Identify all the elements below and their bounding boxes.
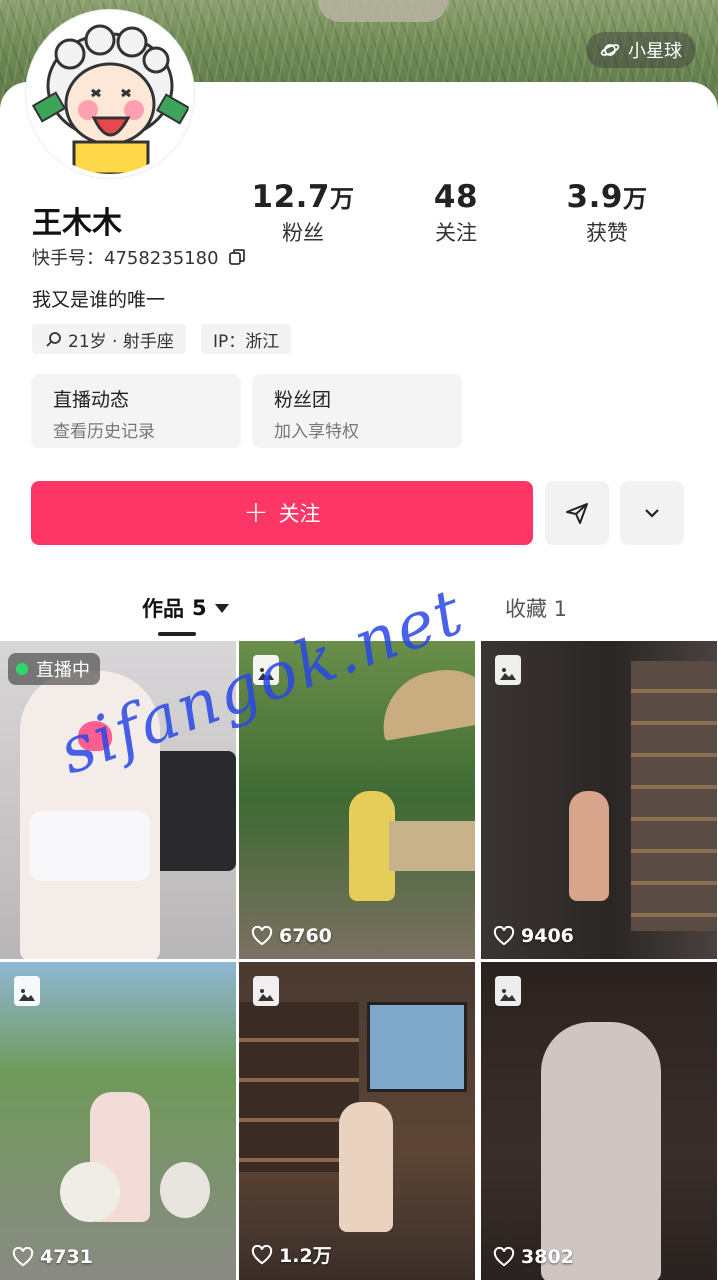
cover-rock [318, 0, 448, 22]
grid-tile-4[interactable]: 1.2万 [239, 962, 475, 1280]
planet-label: 小星球 [628, 41, 682, 62]
heart-icon [493, 1247, 515, 1267]
chevron-down-icon [645, 509, 659, 518]
tab-works-count: 5 [192, 596, 207, 620]
image-icon [500, 989, 516, 1001]
plus-icon: + [243, 495, 269, 530]
likes-value: 3.9 [566, 179, 623, 215]
likes-value: 3802 [521, 1246, 574, 1268]
dog-shape [60, 1162, 120, 1222]
fan-club-title: 粉丝团 [274, 389, 332, 411]
tab-works[interactable]: 作品 5 [142, 593, 229, 623]
live-history-title: 直播动态 [53, 389, 130, 411]
more-dropdown-button[interactable] [620, 481, 684, 545]
heart-icon [251, 1244, 273, 1264]
grid-tile-5[interactable]: 3802 [481, 962, 717, 1280]
tab-favorites[interactable]: 收藏 1 [505, 593, 567, 623]
caret-down-icon [214, 603, 229, 613]
follow-button[interactable]: + 关注 [31, 481, 533, 545]
image-badge [253, 976, 279, 1006]
figure-shape [569, 791, 609, 901]
following-value: 48 [433, 179, 479, 215]
likes-count: 6760 [251, 925, 332, 947]
bio: 我又是谁的唯一 [32, 289, 166, 311]
grid-tile-1[interactable]: 6760 [239, 641, 475, 959]
likes-count: 9406 [493, 925, 574, 947]
planet-button[interactable]: 小星球 [586, 32, 696, 68]
grid-tile-2[interactable]: 9406 [481, 641, 717, 959]
dog-shape-2 [160, 1162, 210, 1218]
tag-ip: IP：浙江 [201, 324, 292, 354]
copy-icon[interactable] [227, 247, 247, 267]
figure-shape [339, 1102, 393, 1232]
likes-count: 4731 [12, 1246, 93, 1268]
image-icon [19, 989, 35, 1001]
umbrella-shape [374, 661, 475, 741]
stats-row: 12.7万 粉丝 48 关注 3.9万 获赞 [228, 179, 708, 259]
grid-tile-live[interactable]: 直播中 [0, 641, 236, 959]
tv-screen-shape [367, 1002, 467, 1092]
image-badge [253, 655, 279, 685]
live-history-subtitle: 查看历史记录 [53, 422, 155, 442]
gown-shape [541, 1022, 661, 1280]
avatar-image [30, 14, 190, 174]
uid-row: 快手号：4758235180 [32, 244, 247, 270]
fan-club-subtitle: 加入享特权 [274, 422, 359, 442]
live-badge: 直播中 [8, 653, 100, 685]
image-badge [495, 655, 521, 685]
likes-value: 6760 [279, 925, 332, 947]
stat-likes[interactable]: 3.9万 获赞 [532, 179, 682, 247]
likes-count: 3802 [493, 1246, 574, 1268]
uid-text: 快手号：4758235180 [32, 248, 219, 269]
likes-value: 4731 [40, 1246, 93, 1268]
content-tabs: 作品 5 收藏 1 [0, 585, 718, 641]
send-icon [566, 503, 588, 524]
image-icon [258, 668, 274, 680]
heart-icon [251, 926, 273, 946]
likes-unit: 万 [622, 185, 648, 213]
avatar[interactable] [26, 10, 194, 178]
tab-underline [158, 632, 196, 636]
image-icon [500, 668, 516, 680]
fans-label: 粉丝 [282, 221, 324, 245]
stat-fans[interactable]: 12.7万 粉丝 [228, 179, 378, 247]
grid-tile-3[interactable]: 4731 [0, 962, 236, 1280]
wine-rack-shape [631, 661, 717, 931]
search-icon [46, 332, 61, 347]
tag-age-text: 21岁 · 射手座 [68, 331, 174, 352]
image-badge [495, 976, 521, 1006]
heart-icon [12, 1247, 34, 1267]
image-icon [258, 989, 274, 1001]
tab-works-label: 作品 [142, 597, 184, 621]
shorts-shape [30, 811, 150, 881]
fan-club-card[interactable]: 粉丝团 加入享特权 [252, 374, 462, 448]
likes-value: 9406 [521, 925, 574, 947]
fans-unit: 万 [330, 185, 355, 213]
tag-ip-text: IP：浙江 [213, 331, 280, 352]
heart-icon [493, 926, 515, 946]
profile-name: 王木木 [32, 206, 122, 241]
table-shape [389, 821, 475, 871]
stat-following[interactable]: 48 关注 [381, 179, 531, 247]
message-button[interactable] [545, 481, 609, 545]
following-label: 关注 [435, 221, 477, 245]
profile-page: 小星球 12.7万 粉丝 48 关注 3.9万 获赞 王木木 快手号：47582… [0, 0, 718, 1280]
tag-age: 21岁 · 射手座 [32, 324, 186, 354]
tab-favorites-label: 收藏 1 [505, 597, 568, 621]
fans-value: 12.7 [251, 179, 330, 215]
live-dot [16, 663, 28, 675]
heart-print [78, 721, 112, 751]
image-badge [14, 976, 40, 1006]
works-grid: 直播中 6760 9406 4731 1.2万 3802 [0, 641, 718, 1280]
likes-label: 获赞 [586, 221, 628, 245]
likes-value: 1.2万 [279, 1245, 332, 1267]
live-history-card[interactable]: 直播动态 查看历史记录 [31, 374, 241, 448]
planet-icon [600, 44, 620, 56]
live-badge-text: 直播中 [36, 660, 90, 681]
likes-count: 1.2万 [251, 1241, 332, 1268]
follow-label: 关注 [278, 502, 321, 526]
